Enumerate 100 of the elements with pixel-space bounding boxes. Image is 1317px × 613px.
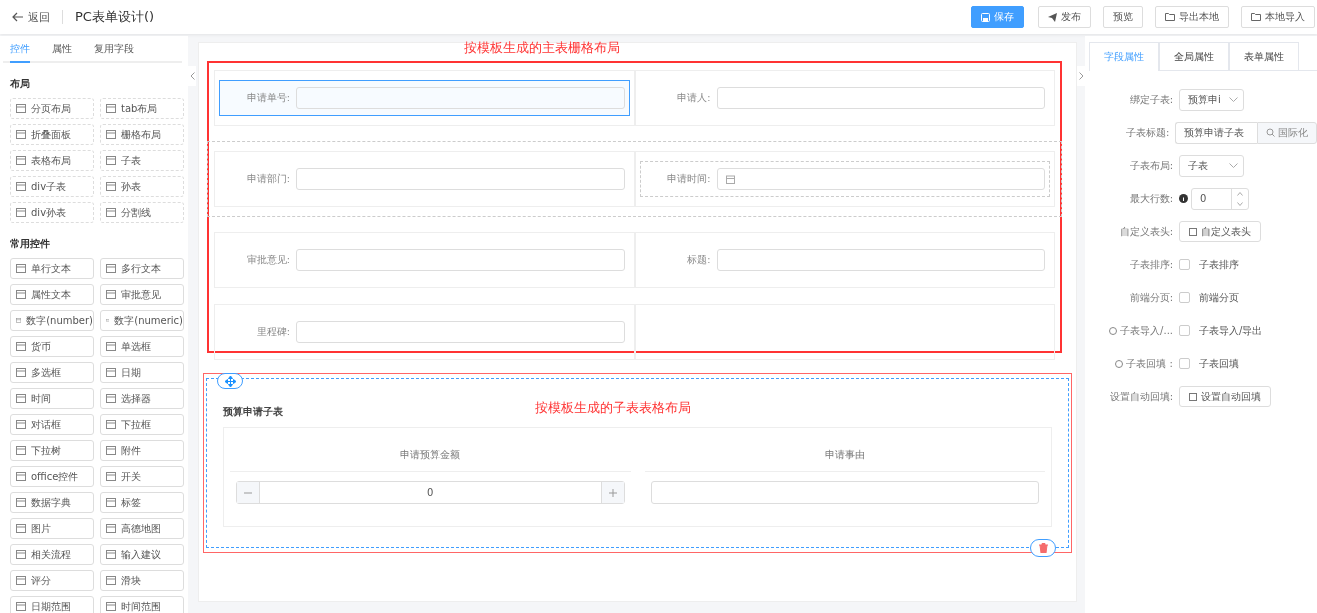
- form-field-item[interactable]: 申请时间:: [639, 161, 1050, 197]
- form-field-item[interactable]: 申请部门:: [219, 161, 630, 197]
- checkbox[interactable]: [1179, 292, 1190, 303]
- palette-item[interactable]: 滑块: [100, 570, 184, 591]
- palette-item[interactable]: 标签: [100, 492, 184, 513]
- property-button[interactable]: 自定义表头: [1179, 221, 1261, 242]
- palette-item[interactable]: 分页布局: [10, 98, 94, 119]
- palette-item[interactable]: tab布局: [100, 98, 184, 119]
- checkbox-label: 子表回填: [1199, 356, 1239, 371]
- delete-button[interactable]: [1030, 539, 1056, 557]
- chevron-down-icon: [1229, 96, 1238, 103]
- palette-item[interactable]: 选择器: [100, 388, 184, 409]
- toolbar-button[interactable]: 预览: [1103, 6, 1143, 28]
- toolbar-button[interactable]: 本地导入: [1241, 6, 1315, 28]
- palette-item[interactable]: div孙表: [10, 202, 94, 223]
- collapse-right-handle[interactable]: [1077, 66, 1085, 86]
- folder-icon: [1251, 13, 1261, 21]
- palette-item[interactable]: 开关: [100, 466, 184, 487]
- palette-item[interactable]: 高德地图: [100, 518, 184, 539]
- palette-item[interactable]: 相关流程: [10, 544, 94, 565]
- checkbox[interactable]: [1179, 358, 1190, 369]
- control-icon: [106, 576, 116, 585]
- checkbox[interactable]: [1179, 259, 1190, 270]
- palette-item[interactable]: 属性文本: [10, 284, 94, 305]
- palette-item[interactable]: 时间范围: [100, 596, 184, 613]
- input-field[interactable]: [296, 321, 625, 343]
- palette-item[interactable]: 货币: [10, 336, 94, 357]
- chevron-up-icon[interactable]: [1237, 191, 1243, 196]
- collapse-left-handle[interactable]: [188, 66, 196, 86]
- i18n-button[interactable]: 国际化: [1257, 121, 1317, 144]
- panel-tab[interactable]: 全局属性: [1159, 42, 1229, 71]
- control-icon: [16, 576, 26, 585]
- input-field[interactable]: [716, 168, 1045, 190]
- number-field[interactable]: 0: [1191, 187, 1249, 210]
- control-icon: [106, 208, 116, 217]
- palette-item[interactable]: 下拉框: [100, 414, 184, 435]
- palette-item[interactable]: 输入建议: [100, 544, 184, 565]
- panel-tab[interactable]: 复用字段: [94, 42, 134, 61]
- palette-item[interactable]: office控件: [10, 466, 94, 487]
- palette-item[interactable]: 表格布局: [10, 150, 94, 171]
- field-label: 审批意见:: [245, 253, 291, 267]
- control-icon: [16, 368, 26, 377]
- panel-tab[interactable]: 属性: [52, 42, 72, 61]
- input-field[interactable]: [296, 87, 625, 109]
- palette-item[interactable]: 孙表: [100, 176, 184, 197]
- checkbox[interactable]: [1179, 325, 1190, 336]
- plus-button[interactable]: [601, 482, 624, 503]
- palette-item[interactable]: 数字(number): [10, 310, 94, 331]
- palette-item[interactable]: 分割线: [100, 202, 184, 223]
- palette-item[interactable]: 多选框: [10, 362, 94, 383]
- control-icon: [106, 130, 116, 139]
- panel-tab[interactable]: 表单属性: [1229, 42, 1299, 71]
- palette-item[interactable]: 单选框: [100, 336, 184, 357]
- select-field[interactable]: 预算申i: [1179, 88, 1244, 111]
- palette-item[interactable]: 子表: [100, 150, 184, 171]
- back-link[interactable]: 返回: [12, 9, 50, 25]
- property-label: 子表导入/...: [1120, 323, 1173, 338]
- move-icon: [224, 375, 236, 387]
- palette-item[interactable]: 多行文本: [100, 258, 184, 279]
- palette-item[interactable]: 数据字典: [10, 492, 94, 513]
- property-label: 最大行数:: [1129, 191, 1173, 206]
- minus-button[interactable]: [237, 482, 259, 503]
- toolbar-button[interactable]: 发布: [1038, 6, 1091, 28]
- property-button[interactable]: 设置自动回填: [1179, 386, 1271, 407]
- palette-item[interactable]: 图片: [10, 518, 94, 539]
- input-field[interactable]: 预算申请子表: [1175, 121, 1257, 144]
- form-field-item[interactable]: 申请人:: [639, 80, 1050, 116]
- input-field[interactable]: [296, 168, 625, 190]
- control-icon: [106, 342, 116, 351]
- palette-item[interactable]: 日期: [100, 362, 184, 383]
- palette-item[interactable]: 附件: [100, 440, 184, 461]
- form-field-item[interactable]: 申请单号:: [219, 80, 630, 116]
- number-stepper[interactable]: 0: [236, 481, 625, 504]
- palette-item[interactable]: 下拉树: [10, 440, 94, 461]
- palette-item[interactable]: 对话框: [10, 414, 94, 435]
- move-handle[interactable]: [217, 373, 243, 389]
- palette-item[interactable]: 栅格布局: [100, 124, 184, 145]
- palette-item[interactable]: 单行文本: [10, 258, 94, 279]
- control-icon: [106, 472, 116, 481]
- input-field[interactable]: [716, 87, 1045, 109]
- property-label: 设置自动回填:: [1109, 389, 1173, 404]
- palette-item[interactable]: div子表: [10, 176, 94, 197]
- form-field-item[interactable]: 标题:: [639, 242, 1050, 278]
- palette-item[interactable]: 折叠面板: [10, 124, 94, 145]
- palette-item[interactable]: 数字(numeric): [100, 310, 184, 331]
- select-field[interactable]: 子表: [1179, 154, 1244, 177]
- palette-item[interactable]: 评分: [10, 570, 94, 591]
- input-field[interactable]: [716, 249, 1045, 271]
- palette-item[interactable]: 审批意见: [100, 284, 184, 305]
- section-heading: 布局: [10, 77, 31, 91]
- control-icon: [16, 342, 26, 351]
- input-field[interactable]: [296, 249, 625, 271]
- toolbar-button[interactable]: 导出本地: [1155, 6, 1229, 28]
- palette-item[interactable]: 日期范围: [10, 596, 94, 613]
- chevron-down-icon[interactable]: [1237, 201, 1243, 206]
- property-label: 子表布局:: [1129, 158, 1173, 173]
- input-field[interactable]: [650, 481, 1039, 504]
- form-field-item[interactable]: 里程碑:: [219, 314, 630, 350]
- palette-item[interactable]: 时间: [10, 388, 94, 409]
- form-field-item[interactable]: 审批意见:: [219, 242, 630, 278]
